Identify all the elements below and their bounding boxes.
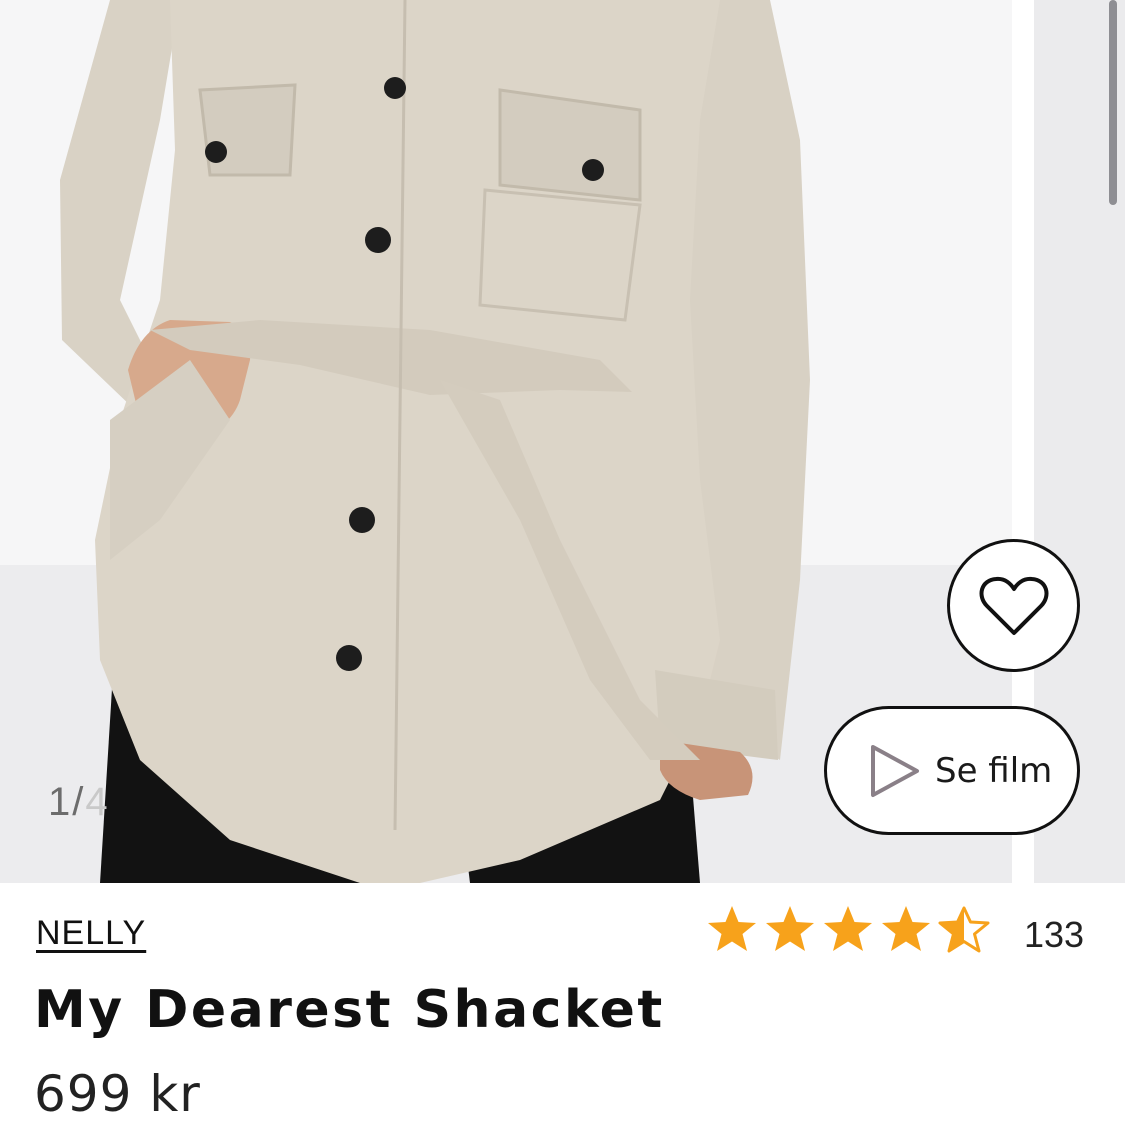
review-count[interactable]: 133	[1024, 914, 1084, 956]
watch-film-button[interactable]: Se film	[824, 706, 1080, 835]
heart-icon	[979, 576, 1048, 635]
wishlist-button[interactable]	[947, 539, 1080, 672]
product-title: My Dearest Shacket	[34, 980, 665, 1040]
image-counter: 1/4	[48, 780, 110, 825]
counter-separator: /	[72, 780, 86, 824]
counter-current: 1	[48, 780, 73, 824]
brand-link[interactable]: NELLY	[36, 914, 146, 953]
star-half-icon	[938, 906, 990, 953]
scrollbar[interactable]	[1109, 0, 1117, 205]
watch-film-label: Se film	[935, 750, 1053, 791]
star-full-icon	[766, 906, 814, 951]
product-price: 699 kr	[34, 1065, 201, 1123]
rating-stars[interactable]	[706, 904, 990, 954]
star-full-icon	[824, 906, 872, 951]
star-full-icon	[882, 906, 930, 951]
play-icon	[871, 744, 919, 797]
counter-total: 4	[85, 780, 110, 824]
star-full-icon	[708, 906, 756, 951]
product-image-gallery[interactable]: 1/4 Se film	[0, 0, 1125, 883]
